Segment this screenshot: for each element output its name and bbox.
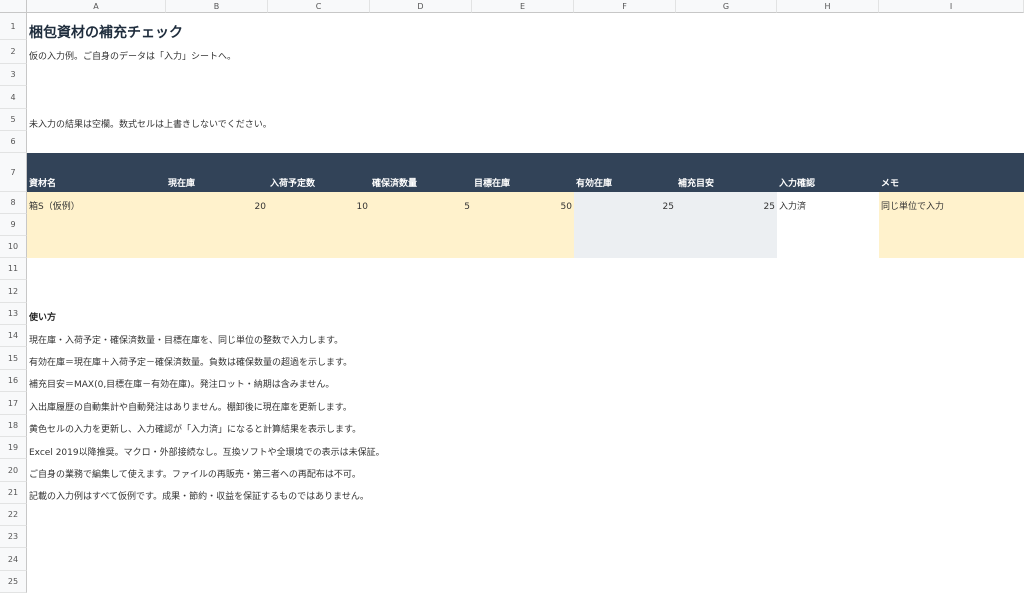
row-header-8[interactable]: 8	[0, 192, 27, 214]
column-header-i[interactable]: I	[879, 0, 1024, 13]
cell-material-name[interactable]: 箱S（仮例）	[29, 201, 80, 213]
header-current-stock[interactable]: 現在庫	[168, 178, 195, 190]
header-target-stock[interactable]: 目標在庫	[474, 178, 510, 190]
row-header-14[interactable]: 14	[0, 325, 27, 347]
row-header-19[interactable]: 19	[0, 437, 27, 459]
header-input-check[interactable]: 入力確認	[779, 178, 815, 190]
header-incoming-qty[interactable]: 入荷予定数	[270, 178, 315, 190]
column-header-a[interactable]: A	[27, 0, 166, 13]
row-header-6[interactable]: 6	[0, 131, 27, 153]
header-reserved-qty[interactable]: 確保済数量	[372, 178, 417, 190]
header-available-stock[interactable]: 有効在庫	[576, 178, 612, 190]
row-header-1[interactable]: 1	[0, 13, 27, 40]
row-header-20[interactable]: 20	[0, 459, 27, 482]
row-header-16[interactable]: 16	[0, 370, 27, 392]
usage-line[interactable]: 補充目安＝MAX(0,目標在庫－有効在庫)。発注ロット・納期は含みません。	[29, 379, 334, 391]
row-header-12[interactable]: 12	[0, 280, 27, 303]
row-header-2[interactable]: 2	[0, 40, 27, 64]
sheet-subtitle[interactable]: 仮の入力例。ご自身のデータは「入力」シートへ。	[29, 51, 236, 63]
usage-line[interactable]: 現在庫・入荷予定・確保済数量・目標在庫を、同じ単位の整数で入力します。	[29, 335, 343, 347]
cell-target-stock[interactable]: 50	[472, 201, 572, 213]
select-all-corner[interactable]	[0, 0, 27, 13]
column-header-h[interactable]: H	[777, 0, 879, 13]
cell-reorder-guide[interactable]: 25	[676, 201, 775, 213]
row-header-3[interactable]: 3	[0, 64, 27, 86]
header-reorder-guide[interactable]: 補充目安	[678, 178, 714, 190]
row-header-22[interactable]: 22	[0, 504, 27, 526]
header-material-name[interactable]: 資材名	[29, 178, 56, 190]
usage-line[interactable]: 有効在庫＝現在庫＋入荷予定－確保済数量。負数は確保数量の超過を示します。	[29, 357, 352, 369]
usage-heading[interactable]: 使い方	[29, 312, 56, 324]
row-header-17[interactable]: 17	[0, 392, 27, 415]
column-header-d[interactable]: D	[370, 0, 472, 13]
row-header-11[interactable]: 11	[0, 258, 27, 280]
row-header-4[interactable]: 4	[0, 86, 27, 109]
column-header-c[interactable]: C	[268, 0, 370, 13]
row-header-15[interactable]: 15	[0, 347, 27, 370]
row-header-24[interactable]: 24	[0, 548, 27, 571]
sheet-note[interactable]: 未入力の結果は空欄。数式セルは上書きしないでください。	[29, 119, 272, 131]
sheet-title[interactable]: 梱包資材の補充チェック	[29, 22, 183, 42]
row-header-13[interactable]: 13	[0, 303, 27, 325]
cell-reserved-qty[interactable]: 5	[370, 201, 470, 213]
row-header-21[interactable]: 21	[0, 482, 27, 504]
row-header-7[interactable]: 7	[0, 153, 27, 192]
column-header-b[interactable]: B	[166, 0, 268, 13]
column-header-f[interactable]: F	[574, 0, 676, 13]
cell-current-stock[interactable]: 20	[166, 201, 266, 213]
spreadsheet: A B C D E F G H I 1 2 3 4 5 6 7 8 9 10 1…	[0, 0, 1024, 593]
row-header-9[interactable]: 9	[0, 214, 27, 236]
cell-memo[interactable]: 同じ単位で入力	[881, 201, 944, 213]
row-header-5[interactable]: 5	[0, 109, 27, 131]
row-header-23[interactable]: 23	[0, 526, 27, 548]
usage-line[interactable]: 記載の入力例はすべて仮例です。成果・節約・収益を保証するものではありません。	[29, 491, 369, 503]
cell-available-stock[interactable]: 25	[574, 201, 674, 213]
usage-line[interactable]: Excel 2019以降推奨。マクロ・外部接続なし。互換ソフトや全環境での表示は…	[29, 447, 385, 459]
column-header-g[interactable]: G	[676, 0, 777, 13]
header-memo[interactable]: メモ	[881, 178, 899, 190]
cell-incoming-qty[interactable]: 10	[268, 201, 368, 213]
usage-line[interactable]: 入出庫履歴の自動集計や自動発注はありません。棚卸後に現在庫を更新します。	[29, 402, 352, 414]
row-header-25[interactable]: 25	[0, 571, 27, 593]
column-header-e[interactable]: E	[472, 0, 574, 13]
usage-line[interactable]: ご自身の業務で編集して使えます。ファイルの再販売・第三者への再配布は不可。	[29, 469, 361, 481]
row-header-18[interactable]: 18	[0, 415, 27, 437]
cell-input-check[interactable]: 入力済	[779, 201, 806, 213]
row-header-10[interactable]: 10	[0, 236, 27, 258]
usage-line[interactable]: 黄色セルの入力を更新し、入力確認が「入力済」になると計算結果を表示します。	[29, 424, 361, 436]
